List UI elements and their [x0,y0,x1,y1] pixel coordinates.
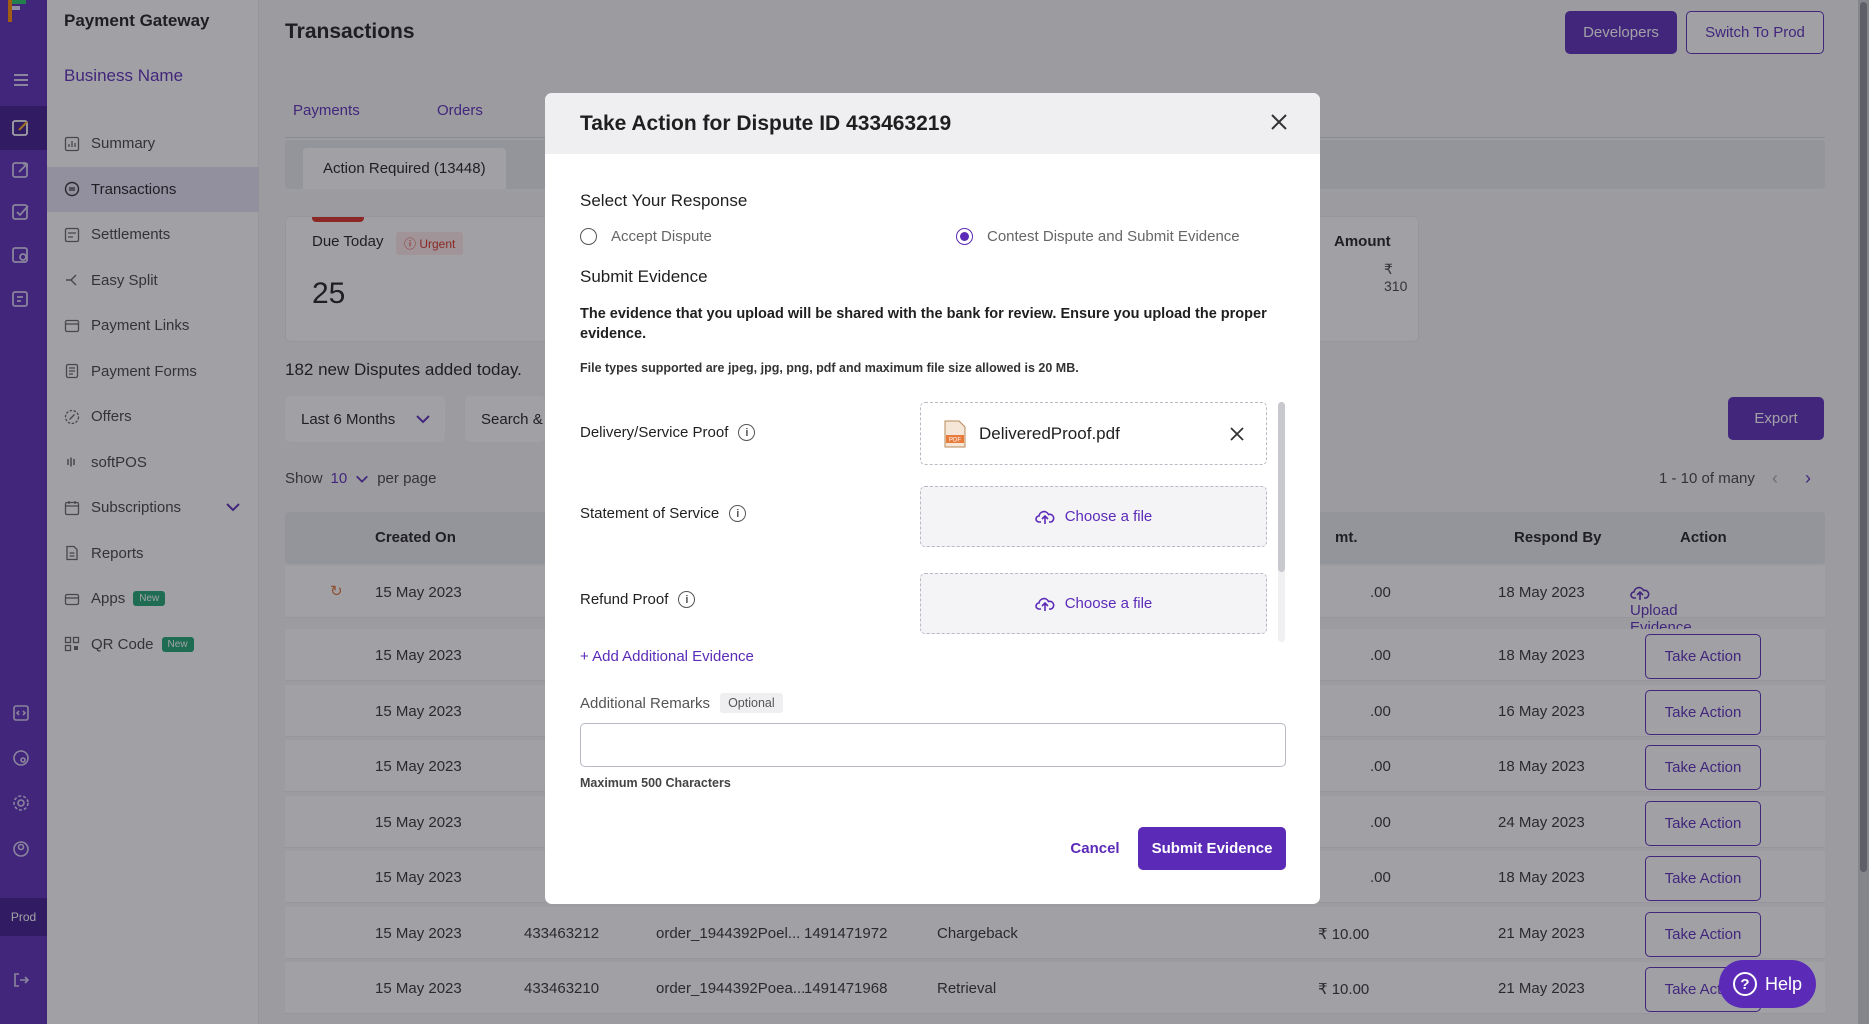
info-icon[interactable]: i [729,505,747,522]
modal-title: Take Action for Dispute ID 433463219 [580,112,952,135]
dispute-action-modal: Take Action for Dispute ID 433463219 Sel… [545,93,1320,904]
radio-circle[interactable] [580,228,597,245]
file-types-note: File types supported are jpeg, jpg, png,… [580,361,1079,375]
radio-contest-dispute[interactable]: Contest Dispute and Submit Evidence [956,228,1240,245]
radio-accept-dispute[interactable]: Accept Dispute [580,228,712,245]
radio-label: Contest Dispute and Submit Evidence [987,228,1240,245]
cancel-button[interactable]: Cancel [1055,827,1135,870]
cloud-upload-icon [1034,597,1055,611]
evidence-label-delivery: Delivery/Service Proof i [580,424,756,441]
add-evidence-link[interactable]: + Add Additional Evidence [580,648,754,665]
evidence-list[interactable]: Delivery/Service Proof i PDF DeliveredPr… [580,402,1303,649]
remove-file-icon[interactable] [1229,426,1245,442]
radio-label: Accept Dispute [611,228,712,245]
uploaded-file-box: PDF DeliveredProof.pdf [920,402,1267,465]
remarks-label: Additional Remarks Optional [580,693,783,713]
modal-header: Take Action for Dispute ID 433463219 [545,93,1320,154]
max-chars-hint: Maximum 500 Characters [580,776,731,790]
response-heading: Select Your Response [580,191,748,210]
uploaded-file-name: DeliveredProof.pdf [979,424,1120,443]
svg-text:PDF: PDF [949,438,961,444]
question-icon: ? [1732,972,1757,996]
info-icon[interactable]: i [738,424,756,441]
submit-evidence-button[interactable]: Submit Evidence [1138,827,1286,870]
evidence-label-statement: Statement of Service i [580,505,747,522]
evidence-scrollbar[interactable] [1278,402,1285,642]
choose-file-refund[interactable]: Choose a file [920,573,1267,634]
evidence-scrollbar-thumb[interactable] [1278,402,1285,572]
evidence-heading: Submit Evidence [580,267,708,286]
cloud-upload-icon [1034,510,1055,524]
remarks-input[interactable] [580,723,1286,767]
info-icon[interactable]: i [678,591,696,608]
optional-badge: Optional [720,693,783,713]
pdf-file-icon: PDF [944,420,966,448]
radio-circle-selected[interactable] [956,228,973,245]
evidence-description: The evidence that you upload will be sha… [580,306,1267,342]
close-icon[interactable] [1267,110,1291,134]
evidence-label-refund: Refund Proof i [580,591,696,608]
choose-file-statement[interactable]: Choose a file [920,486,1267,547]
help-button[interactable]: ? Help [1719,960,1816,1008]
